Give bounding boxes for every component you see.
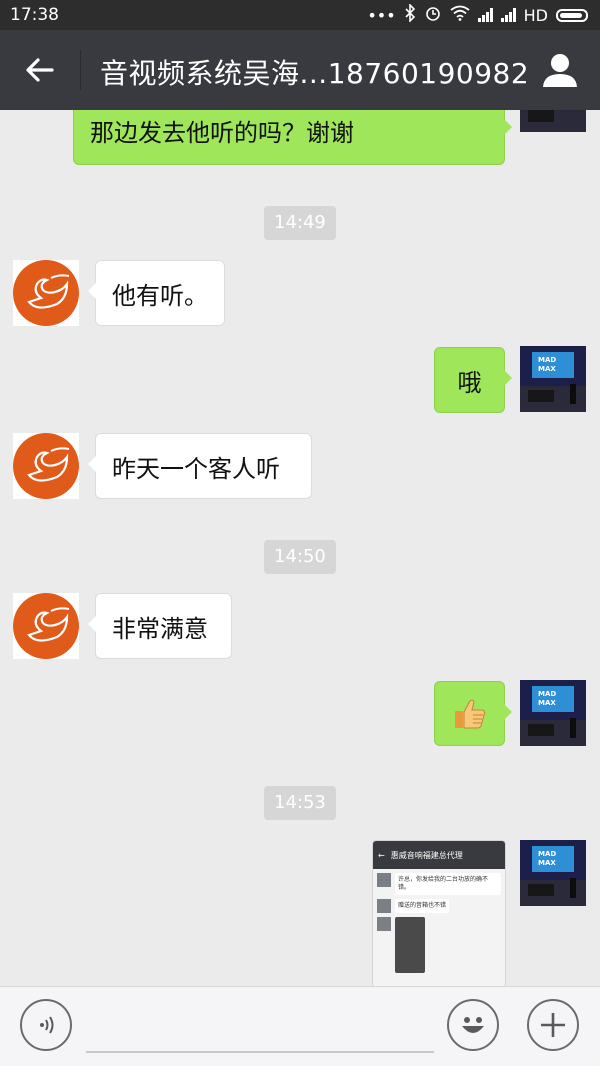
- chat-title: 音视频系统吴海...18760190982: [100, 57, 530, 90]
- screenshot-message: 赠送的音箱也不错: [395, 899, 450, 913]
- signal-icon-2: [500, 8, 516, 22]
- thumbs-up-icon: [454, 699, 485, 728]
- screenshot-row: [373, 913, 505, 973]
- status-icons: ••• HD: [367, 3, 588, 26]
- avatar-self[interactable]: MAD MAX: [520, 346, 586, 412]
- message-bubble-incoming[interactable]: 非常满意: [88, 593, 232, 659]
- swan-logo-icon: [13, 260, 79, 326]
- message-list[interactable]: 那边发去他听的吗？谢谢 14:49 他有听。 哦 MAD MAX 昨天一个客人听…: [0, 110, 600, 986]
- message-bubble-incoming[interactable]: 他有听。: [88, 260, 225, 326]
- avatar-contact[interactable]: [13, 433, 79, 499]
- avatar-self[interactable]: MAD MAX: [520, 840, 586, 906]
- screenshot-row: 赠送的音箱也不错: [373, 895, 505, 913]
- battery-icon: [556, 8, 588, 22]
- chat-info-button[interactable]: [540, 50, 580, 90]
- message-input[interactable]: [86, 1051, 434, 1053]
- smiley-icon: [462, 1017, 484, 1033]
- message-text: 昨天一个客人听: [112, 454, 280, 483]
- message-bubble-outgoing[interactable]: 哦: [434, 347, 512, 413]
- bluetooth-icon: [404, 3, 416, 26]
- swan-logo-icon: [13, 433, 79, 499]
- voice-button[interactable]: [20, 999, 72, 1051]
- message-text: 哦: [457, 368, 482, 397]
- arrow-left-icon: [26, 58, 54, 82]
- screenshot-row: 许总，你发给我的二台功放的确不错。: [373, 869, 505, 895]
- message-text: 非常满意: [112, 614, 208, 643]
- message-bubble-outgoing[interactable]: 那边发去他听的吗？谢谢: [73, 110, 512, 165]
- avatar-self[interactable]: MAD MAX: [520, 680, 586, 746]
- timestamp: 14:53: [264, 786, 336, 820]
- wifi-icon: [450, 5, 470, 25]
- screenshot-avatar: [377, 899, 391, 913]
- emoji-button[interactable]: [447, 999, 499, 1051]
- voice-icon: [40, 1016, 54, 1034]
- network-label: HD: [523, 5, 548, 25]
- signal-icon-1: [477, 8, 493, 22]
- screenshot-header: ← 惠威音响福建总代理: [373, 841, 505, 869]
- screenshot-back-icon: ←: [378, 850, 385, 860]
- swan-logo-icon: [13, 593, 79, 659]
- message-bubble-outgoing[interactable]: [434, 681, 512, 746]
- plus-icon: [541, 1013, 565, 1037]
- person-icon: [543, 54, 577, 87]
- image-message[interactable]: ← 惠威音响福建总代理 许总，你发给我的二台功放的确不错。 赠送的音箱也不错: [372, 840, 506, 986]
- screenshot-avatar: [377, 917, 391, 931]
- timestamp: 14:50: [264, 540, 336, 574]
- message-text: 那边发去他听的吗？谢谢: [90, 119, 354, 147]
- screenshot-title: 惠威音响福建总代理: [390, 850, 463, 860]
- screenshot-message: 许总，你发给我的二台功放的确不错。: [395, 873, 501, 895]
- screenshot-avatar: [377, 873, 391, 887]
- avatar-self[interactable]: [520, 110, 586, 132]
- message-bubble-incoming[interactable]: 昨天一个客人听: [88, 433, 312, 499]
- svg-text:MAD: MAD: [538, 356, 556, 364]
- more-button[interactable]: [527, 999, 579, 1051]
- chat-header: 音视频系统吴海...18760190982: [0, 30, 600, 110]
- more-dots-icon: •••: [367, 5, 396, 25]
- svg-text:MAX: MAX: [538, 699, 556, 707]
- alarm-icon: [424, 4, 442, 26]
- status-bar: 17:38 ••• HD: [0, 0, 600, 30]
- avatar-contact[interactable]: [13, 593, 79, 659]
- avatar-contact[interactable]: [13, 260, 79, 326]
- svg-text:MAX: MAX: [538, 365, 556, 373]
- back-button[interactable]: [22, 52, 58, 88]
- status-time: 17:38: [10, 5, 59, 25]
- message-text: 他有听。: [112, 281, 208, 310]
- svg-text:MAD: MAD: [538, 850, 556, 858]
- screenshot-photo: [395, 917, 425, 973]
- header-divider: [80, 50, 81, 90]
- timestamp: 14:49: [264, 206, 336, 240]
- svg-text:MAX: MAX: [538, 859, 556, 867]
- input-bar: [0, 986, 600, 1066]
- svg-text:MAD: MAD: [538, 690, 556, 698]
